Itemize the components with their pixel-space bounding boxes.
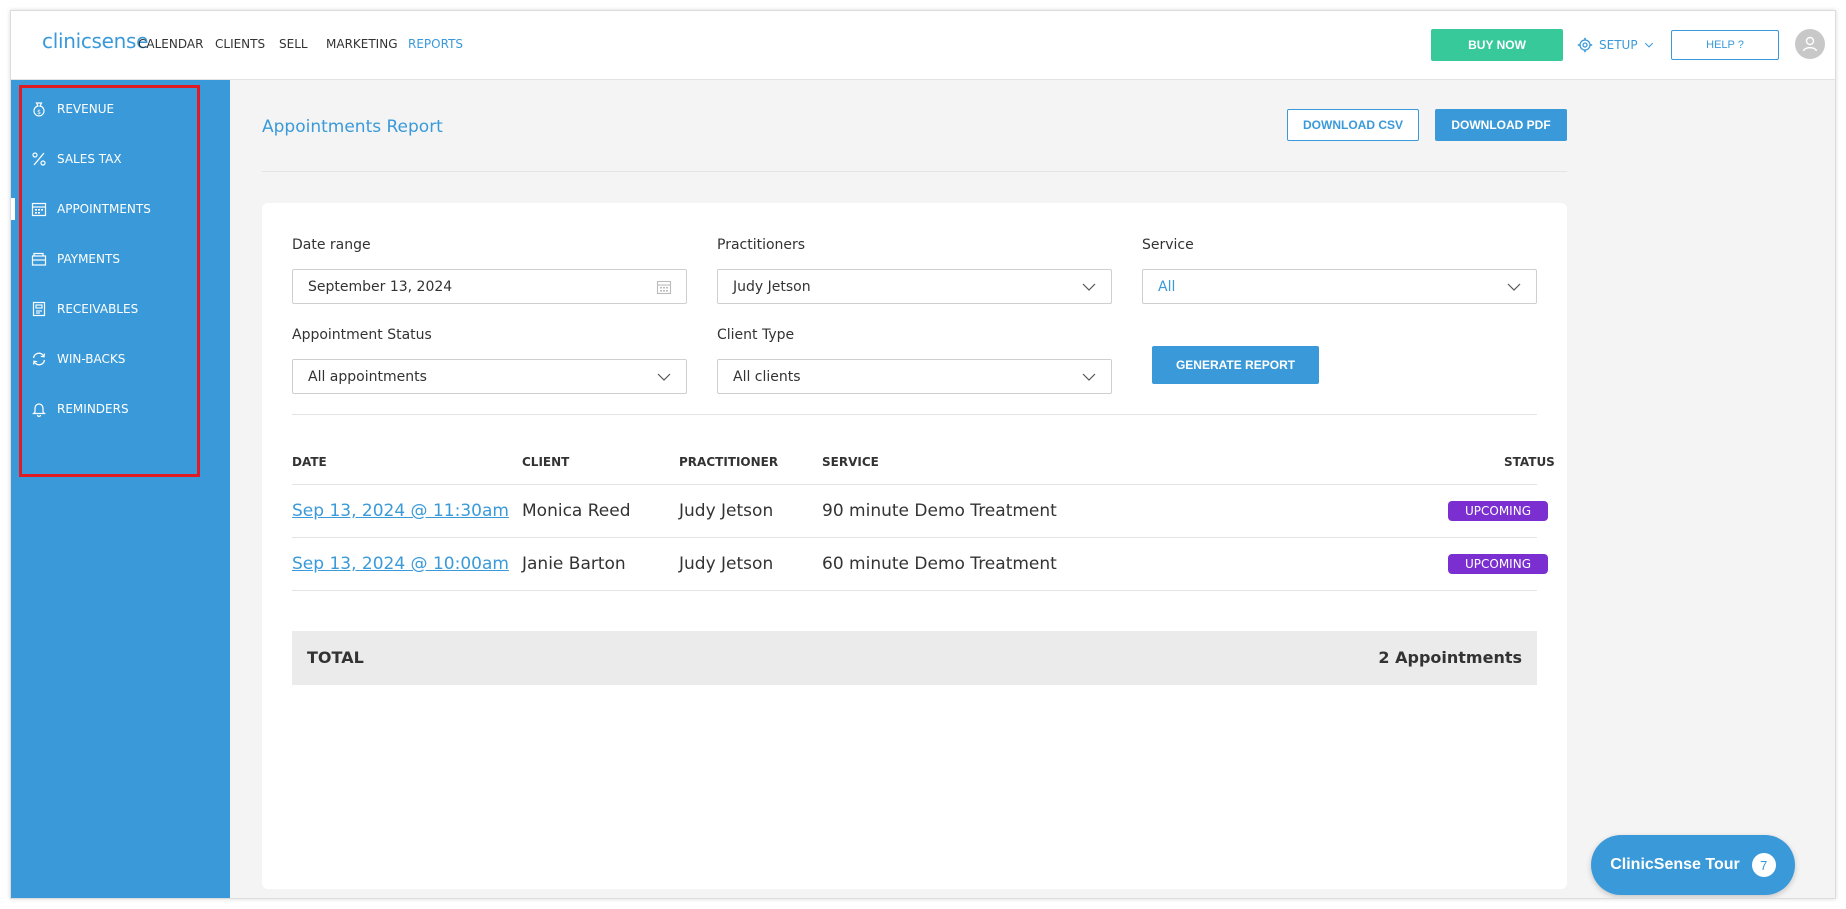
client-name: Janie Barton xyxy=(522,554,626,574)
service-label: Service xyxy=(1142,237,1194,253)
nav-sell[interactable]: SELL xyxy=(279,37,308,51)
chevron-down-icon xyxy=(657,373,671,381)
date-range-input[interactable]: September 13, 2024 xyxy=(292,269,687,304)
user-avatar[interactable] xyxy=(1795,29,1825,59)
generate-report-button[interactable]: GENERATE REPORT xyxy=(1152,346,1319,384)
total-label: TOTAL xyxy=(307,648,364,667)
download-csv-button[interactable]: DOWNLOAD CSV xyxy=(1287,109,1419,141)
practitioners-select[interactable]: Judy Jetson xyxy=(717,269,1112,304)
nav-calendar[interactable]: CALENDAR xyxy=(138,37,203,51)
practitioner-name: Judy Jetson xyxy=(679,501,774,521)
column-header-service[interactable]: SERVICE xyxy=(822,455,879,469)
service-name: 60 minute Demo Treatment xyxy=(822,554,1057,574)
total-value: 2 Appointments xyxy=(1378,648,1522,667)
appointment-date-link[interactable]: Sep 13, 2024 @ 10:00am xyxy=(292,554,509,574)
client-type-label: Client Type xyxy=(717,327,795,343)
client-type-value: All clients xyxy=(733,368,801,385)
appointment-status-select[interactable]: All appointments xyxy=(292,359,687,394)
row-divider xyxy=(292,537,1537,538)
reports-sidebar: $ REVENUE SALES TAX APPOINTMENTS PAYMENT… xyxy=(11,80,230,898)
page-title: Appointments Report xyxy=(262,117,443,137)
chevron-down-icon xyxy=(1082,283,1096,291)
client-type-select[interactable]: All clients xyxy=(717,359,1112,394)
chevron-down-icon xyxy=(1082,373,1096,381)
title-divider xyxy=(262,171,1567,172)
practitioners-label: Practitioners xyxy=(717,237,806,253)
appointment-status-value: All appointments xyxy=(308,368,427,385)
setup-label: SETUP xyxy=(1599,38,1638,52)
column-header-date[interactable]: DATE xyxy=(292,455,327,469)
app-window: clinicsense CALENDAR CLIENTS SELL MARKET… xyxy=(10,10,1836,899)
appointment-date-link[interactable]: Sep 13, 2024 @ 11:30am xyxy=(292,501,509,521)
practitioner-name: Judy Jetson xyxy=(679,554,774,574)
filter-divider xyxy=(292,414,1537,415)
report-card: Date range September 13, 2024 Practition… xyxy=(262,203,1567,889)
status-badge: UPCOMING xyxy=(1448,554,1548,574)
column-header-client[interactable]: CLIENT xyxy=(522,455,569,469)
appointment-status-label: Appointment Status xyxy=(292,327,432,343)
total-row: TOTAL 2 Appointments xyxy=(292,631,1537,685)
calendar-picker-icon[interactable] xyxy=(656,279,672,295)
date-range-value: September 13, 2024 xyxy=(308,278,453,295)
header-divider xyxy=(292,484,1537,485)
clinicsense-tour-button[interactable]: ClinicSense Tour 7 xyxy=(1591,835,1795,895)
gear-icon xyxy=(1577,37,1593,53)
nav-clients[interactable]: CLIENTS xyxy=(215,37,265,51)
service-value: All xyxy=(1158,278,1176,295)
client-name: Monica Reed xyxy=(522,501,631,521)
user-icon xyxy=(1802,36,1818,52)
help-button[interactable]: HELP ? xyxy=(1671,30,1779,60)
setup-menu[interactable]: SETUP xyxy=(1577,37,1654,53)
column-header-status[interactable]: STATUS xyxy=(1504,455,1555,469)
nav-marketing[interactable]: MARKETING xyxy=(326,37,398,51)
column-header-practitioner[interactable]: PRACTITIONER xyxy=(679,455,778,469)
nav-reports[interactable]: REPORTS xyxy=(408,37,463,51)
service-name: 90 minute Demo Treatment xyxy=(822,501,1057,521)
status-badge: UPCOMING xyxy=(1448,501,1548,521)
download-pdf-button[interactable]: DOWNLOAD PDF xyxy=(1435,109,1567,141)
service-select[interactable]: All xyxy=(1142,269,1537,304)
practitioners-value: Judy Jetson xyxy=(733,278,811,295)
row-divider xyxy=(292,590,1537,591)
logo-text-clinic: clinic xyxy=(42,29,92,53)
buy-now-button[interactable]: BUY NOW xyxy=(1431,29,1563,61)
tour-count-badge: 7 xyxy=(1751,853,1776,877)
top-navbar: clinicsense CALENDAR CLIENTS SELL MARKET… xyxy=(11,11,1835,80)
clinicsense-logo[interactable]: clinicsense xyxy=(42,29,148,53)
tour-label: ClinicSense Tour xyxy=(1610,856,1740,873)
date-range-label: Date range xyxy=(292,237,371,253)
chevron-down-icon xyxy=(1644,42,1653,48)
chevron-down-icon xyxy=(1507,283,1521,291)
highlight-box xyxy=(19,85,200,477)
